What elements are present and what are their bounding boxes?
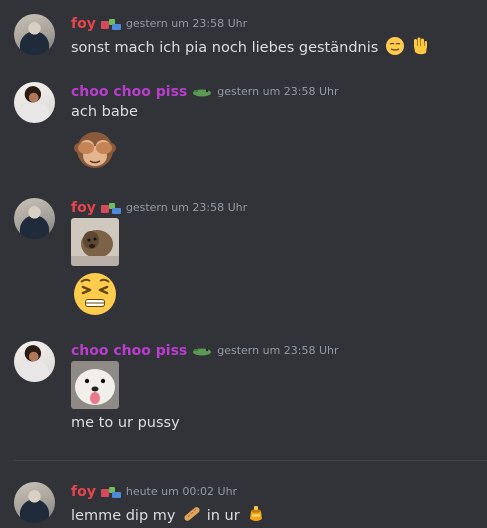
role-badge-icon — [100, 485, 122, 499]
message-text: sonst mach ich pia noch liebes geständni… — [71, 36, 430, 58]
avatar[interactable] — [14, 14, 55, 55]
crocodile-badge-icon — [191, 344, 213, 358]
username[interactable]: choo choo piss — [71, 341, 187, 361]
timestamp: gestern um 23:58 Uhr — [217, 85, 339, 98]
timestamp: gestern um 23:58 Uhr — [217, 344, 339, 357]
raised-hand-emoji-icon — [413, 37, 427, 55]
timestamp: gestern um 23:58 Uhr — [125, 17, 248, 30]
message-item: foy heute um 00:02 Uhr lemme dip my in u… — [0, 482, 487, 528]
message-item: choo choo piss gestern um 23:58 Uhr me t… — [0, 341, 487, 441]
see-no-evil-monkey-emoji-icon — [74, 132, 116, 168]
username[interactable]: foy — [71, 14, 96, 34]
message-header: foy gestern um 23:58 Uhr — [71, 14, 247, 34]
honey-pot-emoji-icon — [250, 506, 263, 521]
message-header: foy gestern um 23:58 Uhr — [71, 198, 247, 218]
message-text: me to ur pussy — [71, 415, 180, 431]
role-badge-icon — [100, 17, 122, 31]
message-content-start: lemme dip my — [71, 508, 176, 524]
dog-photo-image[interactable] — [71, 218, 119, 266]
message-item: foy gestern um 23:58 Uhr sonst mach ich … — [0, 14, 487, 64]
message-text: ach babe — [71, 104, 138, 120]
avatar[interactable] — [14, 198, 55, 239]
avatar[interactable] — [14, 82, 55, 123]
dog-tongue-photo-image[interactable] — [71, 361, 119, 409]
timestamp: heute um 00:02 Uhr — [125, 485, 238, 498]
message-text: lemme dip my in ur — [71, 504, 266, 526]
chat-window: foy gestern um 23:58 Uhr sonst mach ich … — [0, 0, 487, 528]
persevering-face-emoji-icon — [74, 273, 116, 315]
username[interactable]: choo choo piss — [71, 82, 187, 102]
message-content-end: in ur — [206, 508, 240, 524]
message-header: choo choo piss gestern um 23:58 Uhr — [71, 82, 339, 102]
username[interactable]: foy — [71, 198, 96, 218]
role-badge-icon — [100, 201, 122, 215]
message-header: foy heute um 00:02 Uhr — [71, 482, 237, 502]
username[interactable]: foy — [71, 482, 96, 502]
relieved-face-emoji-icon — [385, 37, 404, 55]
message-item: foy gestern um 23:58 Uhr — [0, 198, 487, 318]
message-header: choo choo piss gestern um 23:58 Uhr — [71, 341, 339, 361]
crocodile-badge-icon — [191, 85, 213, 99]
avatar[interactable] — [14, 482, 55, 523]
baguette-emoji-icon — [184, 507, 200, 521]
message-content: sonst mach ich pia noch liebes geständni… — [71, 40, 379, 56]
message-item: choo choo piss gestern um 23:58 Uhr ach … — [0, 82, 487, 182]
avatar[interactable] — [14, 341, 55, 382]
date-divider — [14, 460, 487, 461]
timestamp: gestern um 23:58 Uhr — [125, 201, 248, 214]
